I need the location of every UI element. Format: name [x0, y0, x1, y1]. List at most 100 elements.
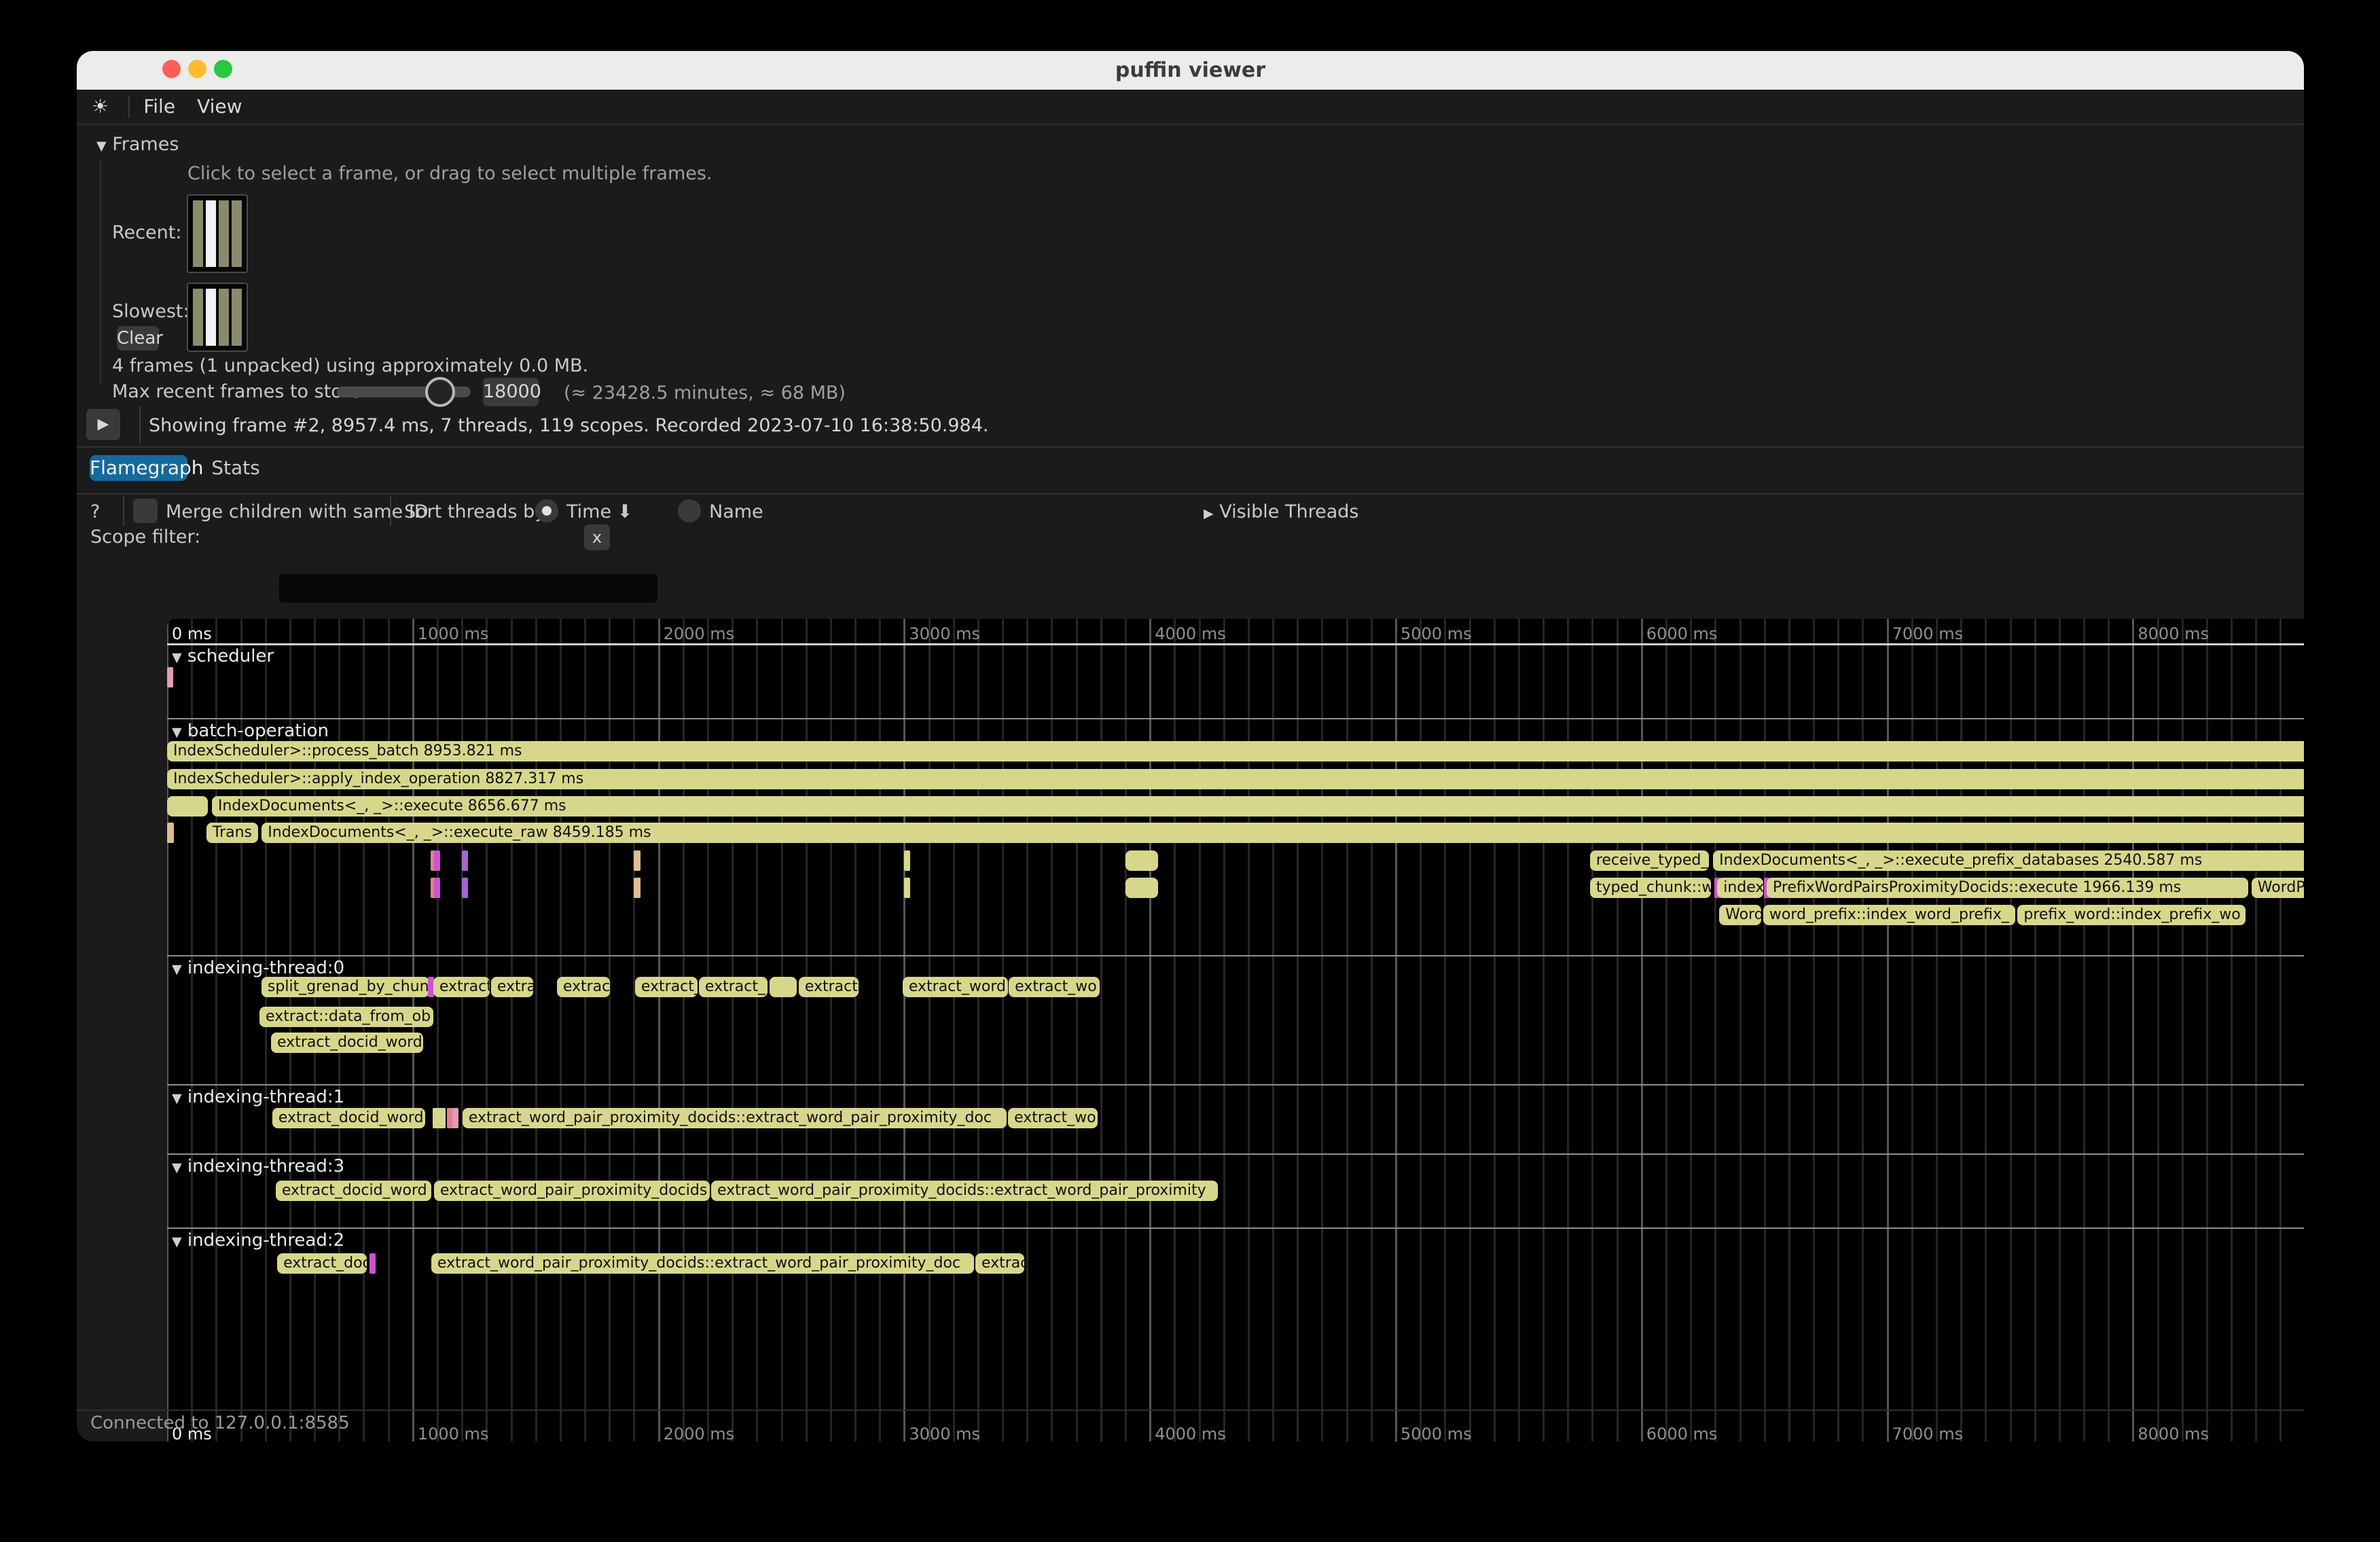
- frame-bar[interactable]: [193, 289, 203, 346]
- scope-bar[interactable]: extract_docid_word: [272, 1108, 425, 1128]
- thread-header-indexing-thread-0[interactable]: ▼ indexing-thread:0: [172, 958, 344, 978]
- scope-bar[interactable]: IndexDocuments<_, _>::execute_prefix_dat…: [1713, 850, 2304, 871]
- frame-bar[interactable]: [206, 200, 216, 267]
- title-bar: puffin viewer: [77, 51, 2304, 90]
- scope-bar[interactable]: [462, 850, 468, 871]
- scope-bar[interactable]: [433, 1108, 446, 1128]
- scope-bar[interactable]: extract_word_pair_proximity_docids::extr…: [711, 1181, 1218, 1201]
- scope-bar[interactable]: extract: [799, 977, 859, 997]
- merge-children-label: Merge children with same ID: [166, 501, 429, 522]
- thread-header-indexing-thread-2[interactable]: ▼ indexing-thread:2: [172, 1230, 344, 1251]
- scope-bar[interactable]: IndexScheduler>::apply_index_operation 8…: [167, 769, 2304, 789]
- scope-bar[interactable]: extract: [433, 977, 490, 997]
- scope-bar[interactable]: word_prefix::index_word_prefix_: [1763, 905, 2016, 925]
- axis-tick-label: 0 ms: [172, 624, 212, 643]
- menu-items: FileView: [132, 90, 253, 103]
- flamegraph-canvas[interactable]: 0 ms1000 ms2000 ms3000 ms4000 ms5000 ms6…: [167, 619, 2304, 1441]
- scope-bar[interactable]: IndexScheduler>::process_batch 8953.821 …: [167, 741, 2304, 761]
- scope-bar[interactable]: index: [1717, 878, 1763, 898]
- thread-header-batch-operation[interactable]: ▼ batch-operation: [172, 721, 329, 741]
- slowest-frames-thumbnail[interactable]: [187, 283, 248, 352]
- scope-bar[interactable]: extract_word_pair_proximity_docids::extr…: [431, 1253, 974, 1274]
- frame-bar[interactable]: [232, 200, 242, 267]
- help-button[interactable]: ?: [90, 501, 100, 522]
- section-separator: [167, 1153, 2304, 1155]
- scope-bar[interactable]: extract_word_pair_proximity_docids::extr…: [463, 1108, 1007, 1128]
- frames-section-header[interactable]: ▼ Frames: [96, 134, 179, 155]
- scope-bar[interactable]: extract_wo: [1008, 1108, 1098, 1128]
- scope-bar[interactable]: extract_: [635, 977, 698, 997]
- scope-bar[interactable]: IndexDocuments<_, _>::execute_raw 8459.1…: [262, 823, 2304, 843]
- thread-header-indexing-thread-3[interactable]: ▼ indexing-thread:3: [172, 1156, 344, 1177]
- scope-bar[interactable]: extrac: [975, 1253, 1024, 1274]
- frame-bar[interactable]: [219, 289, 229, 346]
- max-frames-value[interactable]: 18000: [483, 378, 539, 406]
- axis-tick-label: 4000 ms: [1155, 624, 1226, 643]
- sort-by-time-radio[interactable]: [535, 499, 558, 522]
- tab-flamegraph[interactable]: Flamegraph: [90, 455, 187, 481]
- scope-bar[interactable]: Word: [1719, 905, 1761, 925]
- axis-tick-label: 8000 ms: [2138, 624, 2209, 643]
- sort-by-name-label: Name: [709, 501, 763, 522]
- scope-bar[interactable]: typed_chunk::w: [1590, 878, 1711, 898]
- scope-bar[interactable]: extract_docid_word: [276, 1181, 431, 1201]
- axis-tick-label: 3000 ms: [909, 624, 980, 643]
- scope-bar[interactable]: [1125, 850, 1158, 871]
- collapse-arrow-icon: ▼: [172, 725, 182, 740]
- frame-bar[interactable]: [206, 289, 216, 346]
- collapse-arrow-icon: ▼: [172, 650, 182, 665]
- play-button[interactable]: ▶: [86, 409, 120, 440]
- scope-bar[interactable]: receive_typed_: [1590, 850, 1709, 871]
- collapse-arrow-icon: ▼: [172, 1160, 182, 1175]
- frame-bar[interactable]: [219, 200, 229, 267]
- scope-bar[interactable]: split_grenad_by_chun: [262, 977, 429, 997]
- window-title: puffin viewer: [77, 51, 2304, 90]
- frame-bar[interactable]: [193, 200, 203, 267]
- scope-bar[interactable]: extract_word_pair_proximity_docids: [434, 1181, 710, 1201]
- scope-bar[interactable]: [904, 878, 910, 898]
- scope-bar[interactable]: extract_doc: [277, 1253, 367, 1274]
- scope-bar[interactable]: extract_word: [903, 977, 1008, 997]
- frame-bar[interactable]: [232, 289, 242, 346]
- merge-children-checkbox[interactable]: [133, 499, 158, 523]
- scope-bar[interactable]: PrefixWordPairsProximityDocids::execute …: [1767, 878, 2248, 898]
- theme-toggle-icon[interactable]: ☀: [92, 90, 109, 124]
- scope-bar[interactable]: [634, 878, 641, 898]
- scope-bar[interactable]: [904, 850, 910, 871]
- scope-bar[interactable]: prefix_word::index_prefix_wo: [2017, 905, 2245, 925]
- axis-tick-label: 6000 ms: [1646, 624, 1718, 643]
- clear-frames-button[interactable]: Clear: [117, 326, 159, 351]
- max-frames-slider-knob[interactable]: [425, 377, 455, 407]
- clear-filter-button[interactable]: x: [584, 524, 610, 550]
- scope-bar[interactable]: [462, 878, 468, 898]
- scope-filter-input[interactable]: [279, 574, 657, 603]
- scope-bar[interactable]: extract_docid_word: [271, 1033, 423, 1053]
- visible-threads-toggle[interactable]: ▶ Visible Threads: [1204, 501, 1358, 522]
- scope-bar[interactable]: [434, 878, 440, 898]
- scope-bar[interactable]: [452, 1108, 458, 1128]
- collapse-arrow-icon: ▼: [96, 139, 107, 154]
- menu-file[interactable]: File: [143, 90, 175, 124]
- scope-bar[interactable]: [369, 1253, 376, 1274]
- scope-bar[interactable]: [434, 850, 440, 871]
- thread-header-scheduler[interactable]: ▼ scheduler: [172, 646, 274, 666]
- scope-bar[interactable]: extra: [491, 977, 533, 997]
- scope-bar[interactable]: [167, 667, 173, 687]
- scope-bar[interactable]: Trans: [206, 823, 258, 843]
- scope-bar[interactable]: extract::data_from_ob: [259, 1007, 433, 1027]
- scope-bar[interactable]: [167, 796, 208, 817]
- scope-bar[interactable]: extract_wo: [1009, 977, 1100, 997]
- tab-stats[interactable]: Stats: [205, 455, 266, 481]
- recent-frames-thumbnail[interactable]: [187, 194, 248, 273]
- scope-bar[interactable]: [634, 850, 641, 871]
- scope-bar[interactable]: extract_: [699, 977, 768, 997]
- scope-bar[interactable]: extrac: [557, 977, 610, 997]
- scope-bar[interactable]: [770, 977, 797, 997]
- sort-by-name-radio[interactable]: [678, 499, 701, 522]
- scope-bar[interactable]: [1125, 878, 1158, 898]
- menu-view[interactable]: View: [197, 90, 242, 124]
- thread-header-indexing-thread-1[interactable]: ▼ indexing-thread:1: [172, 1087, 344, 1107]
- scope-bar[interactable]: WordPr: [2252, 878, 2304, 898]
- scope-bar[interactable]: IndexDocuments<_, _>::execute 8656.677 m…: [212, 796, 2304, 817]
- scope-bar[interactable]: [167, 823, 174, 843]
